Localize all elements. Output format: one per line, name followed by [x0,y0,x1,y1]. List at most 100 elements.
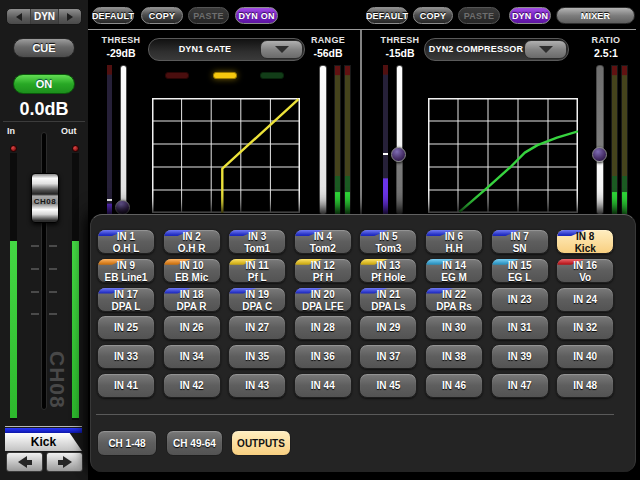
channel-button-in-29[interactable]: IN 29 [359,315,417,340]
channel-button-in-26[interactable]: IN 26 [163,315,221,340]
channel-button-in-14[interactable]: IN 14EG M [425,258,483,283]
prev-channel-button[interactable] [6,452,43,472]
arrow-right-icon [58,456,72,468]
channel-id: IN 31 [492,316,548,339]
dyn1-default-button[interactable]: DEFAULT [92,7,134,24]
dyn2-thresh-knob[interactable] [391,147,406,162]
channel-button-in-47[interactable]: IN 47 [491,373,549,398]
dyn1-paste-button[interactable]: PASTE [188,7,229,24]
channel-button-in-7[interactable]: IN 7SN [491,229,549,254]
channel-name[interactable]: Kick [5,433,82,451]
dyn1-thresh-label: THRESH [95,35,147,45]
dyn1-dropdown-arrow-button[interactable] [260,40,303,59]
dyn2-ratio-slider[interactable] [596,65,604,215]
channel-button-in-25[interactable]: IN 25 [97,315,155,340]
channel-button-in-13[interactable]: IN 13Pf Hole [359,258,417,283]
dyn1-type-dropdown[interactable]: DYN1 GATE [148,38,305,61]
channel-button-in-6[interactable]: IN 6H.H [425,229,483,254]
next-channel-button[interactable] [46,452,83,472]
cue-button[interactable]: CUE [13,38,75,58]
mixer-button[interactable]: MIXER [556,7,635,24]
overlay-tab-outputs[interactable]: OUTPUTS [231,430,291,456]
dyn2-default-button[interactable]: DEFAULT [366,7,408,24]
channel-button-in-43[interactable]: IN 43 [228,373,286,398]
channel-button-in-1[interactable]: IN 1O.H L [97,229,155,254]
channel-button-in-5[interactable]: IN 5Tom3 [359,229,417,254]
channel-button-in-46[interactable]: IN 46 [425,373,483,398]
dyn1-on-button[interactable]: DYN ON [235,7,278,24]
channel-button-in-34[interactable]: IN 34 [163,344,221,369]
fader-handle[interactable]: CH08 [31,173,59,223]
dyn2-copy-button[interactable]: COPY [413,7,453,24]
channel-button-in-24[interactable]: IN 24 [556,287,614,312]
channel-button-in-35[interactable]: IN 35 [228,344,286,369]
dyn2-thresh-slider[interactable] [396,65,403,215]
overlay-tab-ch-49-64[interactable]: CH 49-64 [166,430,223,456]
dyn2-ratio-knob[interactable] [592,147,607,162]
channel-button-in-21[interactable]: IN 21DPA Ls [359,287,417,312]
channel-button-in-37[interactable]: IN 37 [359,344,417,369]
channel-button-in-3[interactable]: IN 3Tom1 [228,229,286,254]
channel-button-in-41[interactable]: IN 41 [97,373,155,398]
dyn1-key-meter [107,65,112,215]
dyn2-paste-button[interactable]: PASTE [458,7,500,24]
channel-button-in-48[interactable]: IN 48 [556,373,614,398]
channel-on-button[interactable]: ON [13,74,75,94]
dyn2-type-dropdown[interactable]: DYN2 COMPRESSOR [424,38,569,61]
channel-button-in-31[interactable]: IN 31 [491,315,549,340]
channel-button-in-39[interactable]: IN 39 [491,344,549,369]
channel-label: SN [492,243,548,254]
overlay-tab-ch-1-48[interactable]: CH 1-48 [97,430,157,456]
channel-id: IN 13 [360,260,416,272]
channel-button-in-17[interactable]: IN 17DPA L [97,287,155,312]
channel-button-in-42[interactable]: IN 42 [163,373,221,398]
dyn2-dropdown-arrow-button[interactable] [524,40,567,59]
channel-button-in-33[interactable]: IN 33 [97,344,155,369]
channel-id: IN 37 [360,345,416,368]
channel-id: IN 28 [295,316,351,339]
channel-button-in-16[interactable]: IN 16Vo [556,258,614,283]
dyn1-range-slider[interactable] [319,65,327,215]
channel-button-in-40[interactable]: IN 40 [556,344,614,369]
channel-id: IN 29 [360,316,416,339]
channel-button-in-12[interactable]: IN 12Pf H [294,258,352,283]
channel-id: IN 33 [98,345,154,368]
dyn2-on-button[interactable]: DYN ON [509,7,551,24]
prev-page-button[interactable] [7,9,30,24]
channel-id: IN 11 [229,260,285,272]
channel-strip-sidebar: DYN CUE ON 0.0dB In Out CH08 CH08 Kick [0,0,88,480]
channel-id: IN 45 [360,374,416,397]
dyn1-thresh-slider[interactable] [120,65,127,215]
channel-id: IN 25 [98,316,154,339]
channel-button-in-15[interactable]: IN 15EG L [491,258,549,283]
channel-id: IN 32 [557,316,613,339]
channel-button-in-28[interactable]: IN 28 [294,315,352,340]
meter-in-label: In [7,126,15,136]
dyn1-copy-button[interactable]: COPY [141,7,183,24]
channel-button-in-20[interactable]: IN 20DPA LFE [294,287,352,312]
next-page-button[interactable] [58,9,81,24]
out-peak-led [72,145,79,152]
channel-button-in-19[interactable]: IN 19DPA C [228,287,286,312]
channel-button-in-23[interactable]: IN 23 [491,287,549,312]
channel-id: IN 43 [229,374,285,397]
channel-button-in-11[interactable]: IN 11Pf L [228,258,286,283]
channel-button-in-45[interactable]: IN 45 [359,373,417,398]
channel-button-in-36[interactable]: IN 36 [294,344,352,369]
channel-button-in-27[interactable]: IN 27 [228,315,286,340]
channel-button-in-9[interactable]: IN 9EB Line1 [97,258,155,283]
channel-button-in-2[interactable]: IN 2O.H R [163,229,221,254]
channel-button-in-22[interactable]: IN 22DPA Rs [425,287,483,312]
channel-button-in-38[interactable]: IN 38 [425,344,483,369]
channel-button-in-30[interactable]: IN 30 [425,315,483,340]
channel-button-in-8[interactable]: IN 8Kick [556,229,614,254]
channel-button-in-10[interactable]: IN 10EB Mic [163,258,221,283]
channel-button-in-18[interactable]: IN 18DPA R [163,287,221,312]
channel-id: IN 1 [98,231,154,243]
dyn1-thresh-knob[interactable] [115,200,130,215]
dyn1-range-label: RANGE [302,35,354,45]
channel-button-in-4[interactable]: IN 4Tom2 [294,229,352,254]
channel-button-in-32[interactable]: IN 32 [556,315,614,340]
channel-label: DPA Ls [360,301,416,312]
channel-button-in-44[interactable]: IN 44 [294,373,352,398]
